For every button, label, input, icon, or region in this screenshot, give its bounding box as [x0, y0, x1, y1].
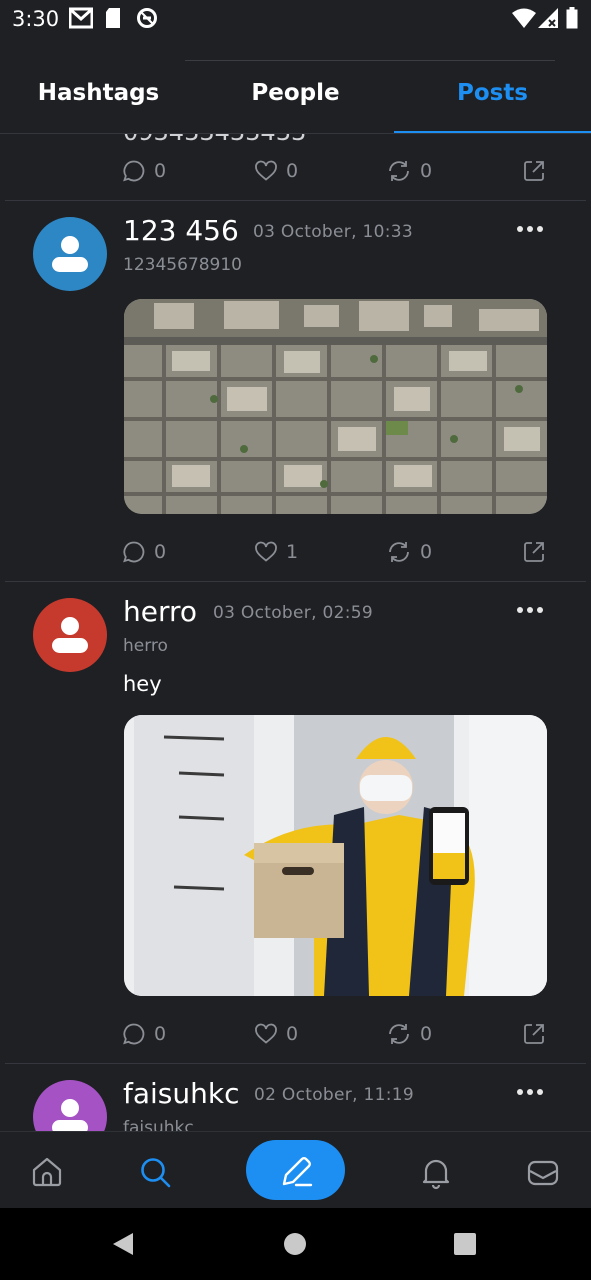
post-author-handle: 12345678910 [123, 255, 242, 275]
post-author-name[interactable]: herro [123, 595, 197, 628]
repost-count: 0 [420, 160, 433, 182]
post-actions: 0 1 0 [0, 537, 591, 567]
repost-count: 0 [420, 541, 433, 563]
repost-icon [389, 542, 409, 562]
home-icon[interactable] [29, 1154, 65, 1190]
aerial-city-photo [124, 299, 547, 514]
comment-count: 0 [154, 541, 167, 563]
avatar[interactable] [33, 1080, 107, 1131]
search-bar-rule [185, 60, 555, 61]
more-options-icon[interactable] [515, 600, 545, 620]
posts-feed[interactable]: 093433433433 0 0 0 123 456 03 October, 1… [0, 134, 591, 1131]
signal-icon [538, 8, 558, 28]
partial-post-text: 093433433433 [123, 134, 306, 146]
post-author-name[interactable]: 123 456 [123, 214, 239, 247]
repost-count: 0 [420, 1023, 433, 1045]
recents-icon[interactable] [454, 1233, 476, 1255]
like-button[interactable]: 0 [254, 1019, 298, 1049]
user-placeholder-icon [52, 236, 88, 272]
repost-button[interactable]: 0 [386, 1019, 432, 1049]
comment-count: 0 [154, 160, 167, 182]
comment-button[interactable]: 0 [122, 537, 166, 567]
comment-count: 0 [154, 1023, 167, 1045]
more-options-icon[interactable] [515, 219, 545, 239]
repost-button[interactable]: 0 [386, 156, 432, 186]
comment-button[interactable]: 0 [122, 156, 166, 186]
share-icon [524, 1024, 544, 1044]
repost-button[interactable]: 0 [386, 537, 432, 567]
more-options-icon[interactable] [515, 1082, 545, 1102]
post-actions: 0 0 0 [0, 156, 591, 186]
system-nav-bar [0, 1208, 591, 1280]
like-count: 0 [286, 1023, 299, 1045]
share-button[interactable] [522, 537, 546, 567]
post-author-handle: faisuhkc [123, 1118, 194, 1131]
home-circle-icon[interactable] [284, 1233, 306, 1255]
heart-icon [255, 541, 277, 562]
share-icon [524, 161, 544, 181]
tab-people[interactable]: People [197, 80, 394, 106]
post-item[interactable]: faisuhkc 02 October, 11:19 faisuhkc [0, 1064, 591, 1131]
sd-card-icon [106, 8, 120, 28]
comment-icon [123, 1023, 145, 1045]
comment-icon [123, 541, 145, 563]
avatar[interactable] [33, 598, 107, 672]
back-icon[interactable] [111, 1232, 135, 1256]
like-count: 0 [286, 160, 299, 182]
like-count: 1 [286, 541, 299, 563]
post-actions: 0 0 0 [0, 1019, 591, 1049]
tab-posts[interactable]: Posts [394, 80, 591, 106]
post-item[interactable]: 123 456 03 October, 10:33 12345678910 0 … [0, 201, 591, 581]
share-icon [524, 542, 544, 562]
share-button[interactable] [522, 156, 546, 186]
user-placeholder-icon [52, 1099, 88, 1131]
delivery-person-photo [124, 715, 547, 996]
post-image-delivery[interactable] [124, 715, 547, 996]
post-timestamp: 02 October, 11:19 [254, 1085, 414, 1105]
status-time: 3:30 [12, 7, 60, 31]
do-not-disturb-icon [137, 8, 157, 28]
comment-icon [123, 160, 145, 182]
bottom-nav [0, 1131, 591, 1209]
like-button[interactable]: 0 [254, 156, 298, 186]
repost-icon [389, 161, 409, 181]
post-timestamp: 03 October, 02:59 [213, 603, 373, 623]
status-bar: 3:30 [0, 0, 591, 38]
heart-icon [255, 160, 277, 181]
post-author-name[interactable]: faisuhkc [123, 1077, 239, 1110]
post-timestamp: 03 October, 10:33 [253, 222, 413, 242]
tab-bar: Hashtags People Posts [0, 62, 591, 134]
avatar[interactable] [33, 217, 107, 291]
tab-hashtags[interactable]: Hashtags [0, 80, 197, 106]
compose-button[interactable] [246, 1140, 345, 1200]
like-button[interactable]: 1 [254, 537, 298, 567]
bell-icon[interactable] [418, 1154, 454, 1190]
post-image-aerial[interactable] [124, 299, 547, 514]
user-placeholder-icon [52, 617, 88, 653]
comment-button[interactable]: 0 [122, 1019, 166, 1049]
search-icon[interactable] [137, 1154, 173, 1190]
post-author-handle: herro [123, 636, 168, 656]
battery-icon [566, 7, 578, 29]
post-item[interactable]: herro 03 October, 02:59 herro hey 0 0 0 [0, 582, 591, 1063]
post-text: hey [123, 672, 162, 696]
heart-icon [255, 1023, 277, 1044]
compose-icon [282, 1157, 313, 1187]
mail-icon[interactable] [525, 1154, 561, 1190]
repost-icon [389, 1024, 409, 1044]
share-button[interactable] [522, 1019, 546, 1049]
wifi-icon [512, 8, 536, 28]
gmail-icon [69, 7, 93, 29]
